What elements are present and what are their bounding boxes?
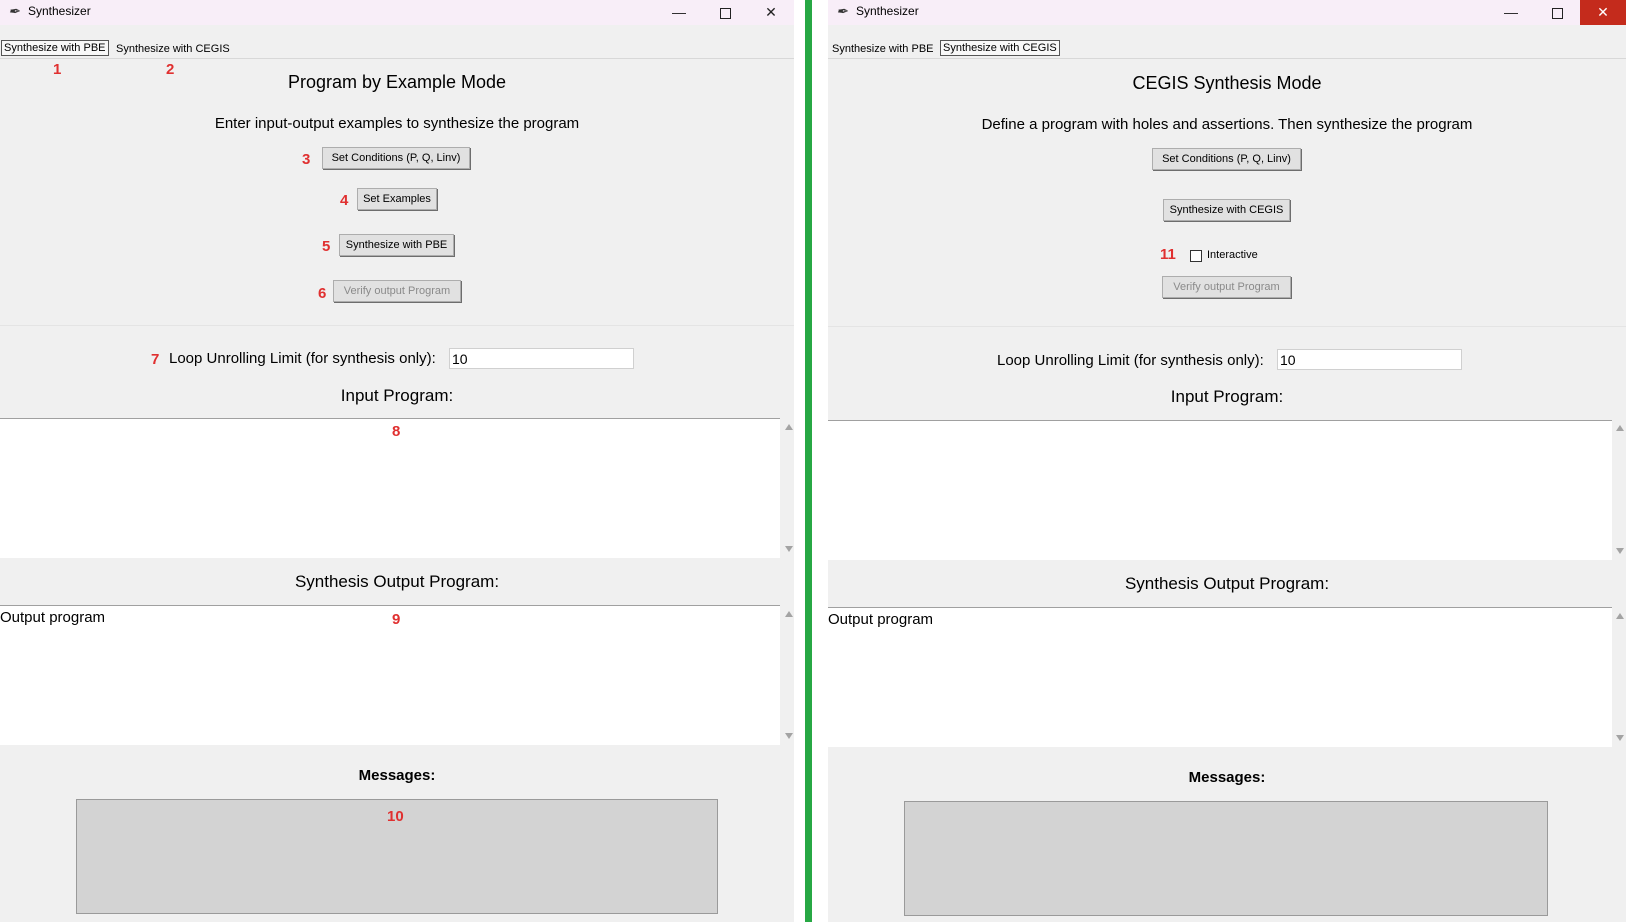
messages-box [904, 801, 1548, 916]
tab-synthesize-cegis[interactable]: Synthesize with CEGIS [940, 40, 1060, 56]
interactive-label: Interactive [1207, 249, 1258, 261]
loop-unrolling-input[interactable]: 10 [1277, 349, 1462, 370]
synthesize-cegis-button[interactable]: Synthesize with CEGIS [1163, 199, 1290, 221]
scroll-up-icon[interactable] [1616, 425, 1624, 431]
synthesizer-window-cegis: ✒ Synthesizer — ✕ Synthesize with PBE Sy… [828, 0, 1626, 922]
output-program-textarea[interactable]: Output program [0, 605, 780, 745]
panel-divider [805, 0, 812, 922]
close-icon[interactable]: ✕ [748, 0, 794, 25]
synthesizer-window-pbe: ✒ Synthesizer — ✕ Synthesize with PBE Sy… [0, 0, 794, 922]
input-program-label: Input Program: [340, 386, 454, 405]
annotation-9: 9 [392, 611, 401, 628]
output-program-label: Synthesis Output Program: [1124, 574, 1330, 593]
annotation-3: 3 [302, 151, 311, 168]
close-icon[interactable]: ✕ [1580, 0, 1626, 25]
synthesize-pbe-button[interactable]: Synthesize with PBE [339, 234, 454, 256]
mode-description: Enter input-output examples to synthesiz… [214, 115, 580, 132]
annotation-6: 6 [318, 285, 327, 302]
tab-synthesize-cegis[interactable]: Synthesize with CEGIS [114, 42, 232, 56]
scroll-down-icon[interactable] [785, 546, 793, 552]
input-program-textarea[interactable] [828, 420, 1612, 560]
set-examples-button[interactable]: Set Examples [357, 188, 437, 210]
scroll-up-icon[interactable] [785, 424, 793, 430]
messages-label: Messages: [1188, 769, 1266, 786]
tab-synthesize-pbe[interactable]: Synthesize with PBE [1, 40, 109, 56]
verify-output-program-button[interactable]: Verify output Program [1162, 276, 1291, 298]
tab-divider [828, 58, 1626, 59]
output-program-text: Output program [828, 611, 934, 628]
section-separator [0, 325, 794, 326]
set-conditions-button[interactable]: Set Conditions (P, Q, Linv) [1152, 148, 1301, 170]
input-program-label: Input Program: [1170, 387, 1284, 406]
tab-synthesize-pbe[interactable]: Synthesize with PBE [830, 42, 936, 56]
scroll-down-icon[interactable] [1616, 735, 1624, 741]
annotation-5: 5 [322, 238, 331, 255]
loop-unrolling-label: Loop Unrolling Limit (for synthesis only… [169, 350, 436, 367]
loop-unrolling-input[interactable]: 10 [449, 348, 634, 369]
scroll-up-icon[interactable] [1616, 613, 1624, 619]
minimize-icon[interactable]: — [656, 0, 702, 25]
set-conditions-button[interactable]: Set Conditions (P, Q, Linv) [322, 147, 470, 169]
annotation-11: 11 [1160, 246, 1176, 263]
section-separator [828, 326, 1626, 327]
output-program-textarea[interactable]: Output program [828, 607, 1612, 747]
mode-title: CEGIS Synthesis Mode [1132, 73, 1322, 93]
output-program-label: Synthesis Output Program: [294, 572, 500, 591]
annotation-8: 8 [392, 423, 401, 440]
feather-icon: ✒ [8, 3, 20, 19]
title-bar: ✒ Synthesizer — ✕ [828, 0, 1626, 25]
scroll-down-icon[interactable] [1616, 548, 1624, 554]
scroll-down-icon[interactable] [785, 733, 793, 739]
output-program-text: Output program [0, 609, 106, 626]
verify-output-program-button[interactable]: Verify output Program [333, 280, 461, 302]
messages-label: Messages: [358, 767, 436, 784]
maximize-icon[interactable] [702, 0, 748, 25]
mode-description: Define a program with holes and assertio… [981, 116, 1473, 133]
title-bar: ✒ Synthesizer — ✕ [0, 0, 794, 25]
interactive-checkbox[interactable] [1190, 250, 1202, 262]
tab-divider [0, 58, 794, 59]
loop-unrolling-label: Loop Unrolling Limit (for synthesis only… [997, 352, 1264, 369]
annotation-10: 10 [387, 808, 404, 825]
window-title: Synthesizer [856, 4, 919, 18]
window-title: Synthesizer [28, 4, 91, 18]
input-program-textarea[interactable] [0, 418, 780, 558]
minimize-icon[interactable]: — [1488, 0, 1534, 25]
annotation-7: 7 [151, 351, 160, 368]
annotation-4: 4 [340, 192, 349, 209]
scroll-up-icon[interactable] [785, 611, 793, 617]
maximize-icon[interactable] [1534, 0, 1580, 25]
feather-icon: ✒ [836, 3, 848, 19]
mode-title: Program by Example Mode [287, 72, 507, 92]
